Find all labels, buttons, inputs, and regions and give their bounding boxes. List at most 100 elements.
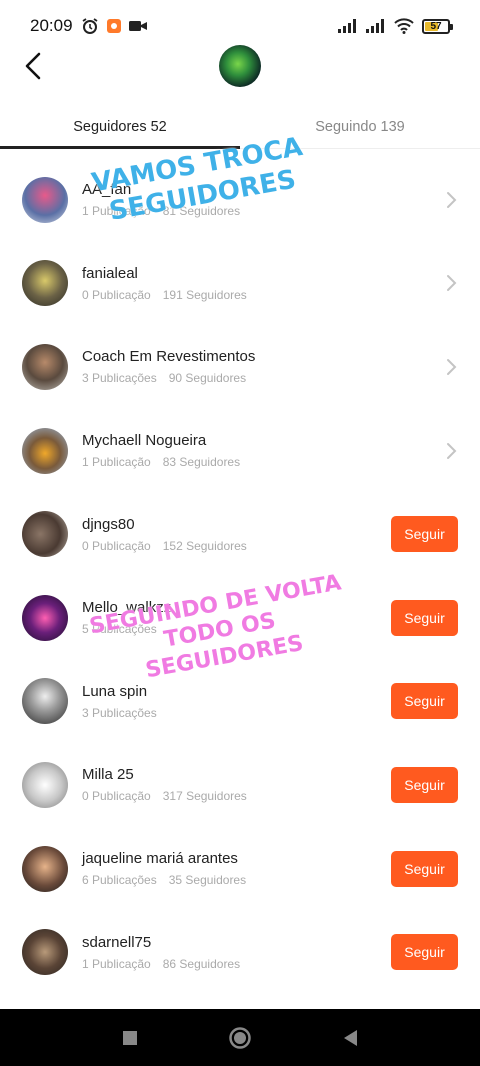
list-item[interactable]: djngs80 0 Publicação 152 Seguidores Seguir [0, 492, 480, 576]
user-name: Coach Em Revestimentos [82, 348, 256, 366]
back-nav-button[interactable] [335, 1023, 365, 1053]
tab-following[interactable]: Seguindo 139 [240, 105, 480, 148]
posts-count: 6 Publicações [82, 873, 157, 888]
user-stats: 0 Publicação 191 Seguidores [82, 288, 247, 302]
chevron-right-icon[interactable] [444, 274, 458, 292]
header [0, 40, 480, 94]
recent-apps-button[interactable] [115, 1023, 145, 1053]
tab-followers-label: Seguidores 52 [73, 118, 167, 135]
list-item[interactable]: jaqueline mariá arantes 6 Publicações 35 S… [0, 827, 480, 911]
followers-count: 83 Seguidores [162, 455, 241, 470]
signal-icon-2 [366, 19, 386, 33]
user-stats: 0 Publicação 152 Seguidores [82, 539, 247, 553]
followers-count: 86 Seguidores [162, 956, 241, 971]
status-right: 57 [338, 18, 453, 34]
avatar[interactable] [22, 845, 68, 892]
list-item[interactable]: sdarnell75 1 Publicação 86 Seguidores Segui… [0, 910, 480, 994]
profile-avatar[interactable] [219, 45, 261, 87]
user-stats: 1 Publicação 81 Seguidores [82, 204, 240, 218]
circle-icon [229, 1026, 251, 1049]
avatar[interactable] [22, 176, 68, 223]
follow-button[interactable]: Seguir [391, 516, 458, 553]
avatar[interactable] [22, 594, 68, 641]
user-info: Milla 25 0 Publicação 317 Seguidores [82, 766, 247, 803]
user-info: jaqueline mariá arantes 6 Publicações 35 S… [82, 850, 246, 887]
back-arrow-icon [25, 52, 41, 80]
user-name: Luna spin [82, 682, 148, 700]
list-item[interactable]: Luna spin 3 Publicações Seguir [0, 660, 480, 744]
system-nav-bar [0, 1009, 480, 1066]
signal-icon [338, 19, 358, 33]
avatar[interactable] [22, 260, 68, 307]
video-camera-icon [128, 19, 147, 33]
list-item[interactable]: Mychaell Nogueira 1 Publicação 83 Seguidor… [0, 409, 480, 493]
back-button[interactable] [18, 48, 48, 84]
followers-list: AA_fan 1 Publicação 81 Seguidores fanialeal… [0, 158, 480, 994]
posts-count: 3 Publicações [82, 371, 157, 386]
avatar[interactable] [22, 427, 68, 474]
user-info: Mychaell Nogueira 1 Publicação 83 Seguidor… [82, 432, 240, 469]
chevron-right-icon[interactable] [444, 442, 458, 460]
alarm-icon [81, 17, 99, 35]
user-info: Coach Em Revestimentos 3 Publicações 90 Se… [82, 348, 255, 385]
followers-count: 90 Seguidores [168, 371, 247, 386]
user-stats: 1 Publicação 83 Seguidores [82, 455, 240, 469]
chevron-right-icon[interactable] [444, 191, 458, 209]
posts-count: 1 Publicação [82, 204, 151, 219]
posts-count: 0 Publicação [82, 789, 151, 804]
user-stats: 3 Publicações [82, 706, 169, 720]
user-name: Milla 25 [82, 766, 134, 784]
battery-level: 57 [430, 20, 442, 32]
tab-following-label: Seguindo 139 [315, 118, 405, 135]
follow-button[interactable]: Seguir [391, 934, 458, 971]
square-icon [123, 1030, 137, 1045]
user-info: Mello_walkzz 5 Publicações [82, 599, 171, 636]
list-item[interactable]: Coach Em Revestimentos 3 Publicações 90 Se… [0, 325, 480, 409]
followers-count: 35 Seguidores [168, 873, 247, 888]
user-name: Mello_walkzz [82, 599, 172, 617]
list-item[interactable]: fanialeal 0 Publicação 191 Seguidores [0, 242, 480, 326]
user-info: sdarnell75 1 Publicação 86 Seguidores [82, 934, 240, 971]
posts-count: 3 Publicações [82, 705, 157, 720]
list-item[interactable]: Mello_walkzz 5 Publicações Seguir [0, 576, 480, 660]
user-info: djngs80 0 Publicação 152 Seguidores [82, 516, 247, 553]
followers-count: 317 Seguidores [162, 789, 247, 804]
avatar[interactable] [22, 929, 68, 976]
avatar[interactable] [22, 511, 68, 558]
user-info: AA_fan 1 Publicação 81 Seguidores [82, 181, 240, 218]
list-item[interactable]: AA_fan 1 Publicação 81 Seguidores [0, 158, 480, 242]
tab-bar: Seguidores 52 Seguindo 139 [0, 105, 480, 149]
user-name: Mychaell Nogueira [82, 432, 207, 450]
posts-count: 1 Publicação [82, 956, 151, 971]
follow-button[interactable]: Seguir [391, 850, 458, 887]
posts-count: 5 Publicações [82, 622, 157, 637]
user-stats: 6 Publicações 35 Seguidores [82, 873, 246, 887]
user-stats: 5 Publicações [82, 622, 171, 636]
user-info: Luna spin 3 Publicações [82, 683, 169, 720]
posts-count: 1 Publicação [82, 455, 151, 470]
user-stats: 1 Publicação 86 Seguidores [82, 957, 240, 971]
posts-count: 0 Publicação [82, 287, 151, 302]
user-name: sdarnell75 [82, 933, 152, 951]
wifi-icon [394, 18, 414, 34]
avatar[interactable] [22, 678, 68, 725]
follow-button[interactable]: Seguir [391, 599, 458, 636]
user-info: fanialeal 0 Publicação 191 Seguidores [82, 265, 247, 302]
posts-count: 0 Publicação [82, 538, 151, 553]
followers-count: 81 Seguidores [162, 204, 241, 219]
user-name: djngs80 [82, 515, 135, 533]
follow-button[interactable]: Seguir [391, 683, 458, 720]
tab-followers[interactable]: Seguidores 52 [0, 105, 240, 149]
user-name: fanialeal [82, 264, 138, 282]
battery-icon: 57 [422, 18, 453, 34]
avatar[interactable] [22, 761, 68, 808]
chevron-right-icon[interactable] [444, 358, 458, 376]
user-name: jaqueline mariá arantes [82, 850, 238, 868]
follow-button[interactable]: Seguir [391, 766, 458, 803]
status-time: 20:09 [30, 16, 73, 35]
triangle-back-icon [344, 1029, 357, 1046]
home-button[interactable] [225, 1023, 255, 1053]
notification-app-icon [106, 19, 121, 33]
list-item[interactable]: Milla 25 0 Publicação 317 Seguidores Seguir [0, 743, 480, 827]
avatar[interactable] [22, 343, 68, 390]
